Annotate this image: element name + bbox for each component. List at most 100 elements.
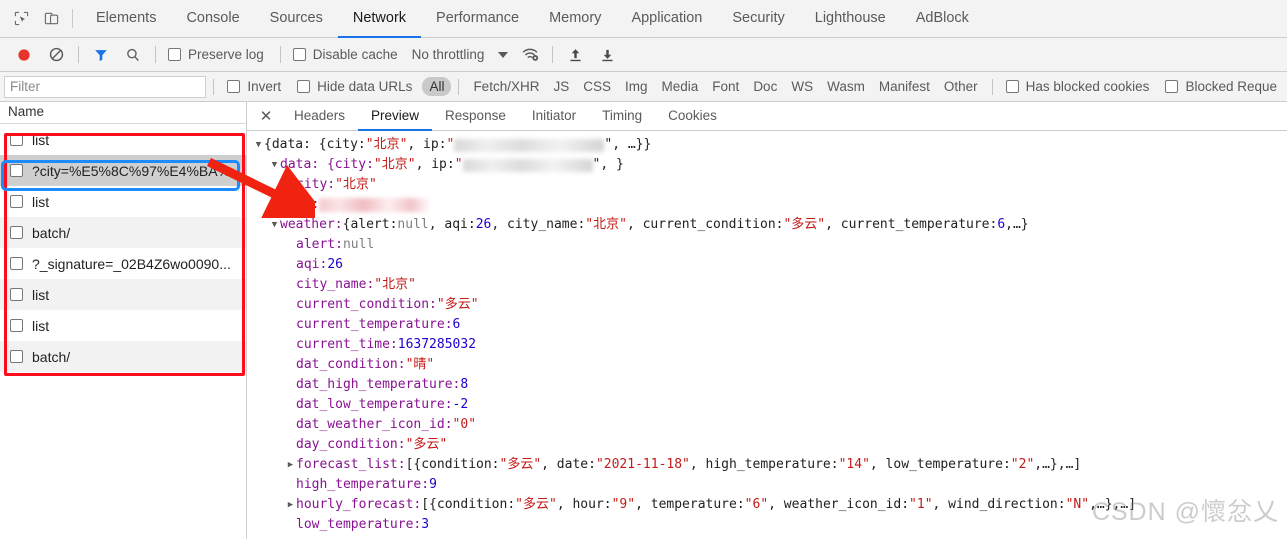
request-row[interactable]: ?city=%E5%8C%97%E4%BA%.	[0, 155, 246, 186]
wifi-gear-icon[interactable]	[514, 38, 546, 72]
tab-security[interactable]: Security	[717, 0, 799, 38]
request-row-checkbox[interactable]	[10, 288, 23, 301]
tab-lighthouse[interactable]: Lighthouse	[800, 0, 901, 38]
filter-input[interactable]	[4, 75, 207, 98]
request-row-checkbox[interactable]	[10, 257, 23, 270]
json-line[interactable]: ▶ forecast_list: [{condition: "多云", date:…	[253, 455, 1287, 475]
json-line[interactable]: ▶city_name: "北京"	[253, 275, 1287, 295]
chevron-down-icon[interactable]: ▼	[269, 155, 280, 175]
chevron-down-icon[interactable]: ▼	[269, 215, 280, 235]
json-line[interactable]: ▶alert: null	[253, 235, 1287, 255]
request-row-name: list	[32, 317, 50, 334]
json-line[interactable]: ▶day_condition: "多云"	[253, 435, 1287, 455]
json-line[interactable]: ▶city: "北京"	[253, 175, 1287, 195]
chevron-down-icon[interactable]	[498, 51, 509, 58]
request-row[interactable]: list	[0, 186, 246, 217]
resource-type-fetch-xhr[interactable]: Fetch/XHR	[466, 77, 546, 96]
json-line[interactable]: ▶dat_condition: "晴"	[253, 355, 1287, 375]
json-preview-tree[interactable]: ▼ {data: {city: "北京", ip: " ", …}} ▼ data: {…	[247, 131, 1287, 539]
blocked-requests-box[interactable]	[1165, 80, 1179, 93]
resource-type-img[interactable]: Img	[618, 77, 655, 96]
json-line[interactable]: ▶dat_weather_icon_id: "0"	[253, 415, 1287, 435]
json-line[interactable]: ▶low_temperature: 3	[253, 515, 1287, 535]
json-line[interactable]: ▶aqi: 26	[253, 255, 1287, 275]
request-row-name: list	[32, 193, 50, 210]
tab-application[interactable]: Application	[616, 0, 717, 38]
resource-type-doc[interactable]: Doc	[746, 77, 784, 96]
search-icon[interactable]	[117, 38, 149, 72]
json-line[interactable]: ▶ip:	[253, 195, 1287, 215]
json-token: current_condition:	[296, 297, 437, 312]
record-button-icon[interactable]	[8, 38, 40, 72]
throttling-select[interactable]: No throttling	[408, 47, 515, 62]
inspect-element-icon[interactable]	[6, 0, 36, 37]
preserve-log-box[interactable]	[168, 48, 181, 61]
json-line[interactable]: ▶high_temperature: 9	[253, 475, 1287, 495]
json-token: high_temperature:	[296, 477, 430, 492]
has-blocked-cookies-checkbox[interactable]: Has blocked cookies	[1000, 79, 1160, 94]
request-row[interactable]: batch/	[0, 217, 246, 248]
json-line[interactable]: ▶current_time: 1637285032	[253, 335, 1287, 355]
detail-tab-initiator[interactable]: Initiator	[519, 102, 589, 131]
json-line[interactable]: ▶current_condition: "多云"	[253, 295, 1287, 315]
hide-data-urls-box[interactable]	[297, 80, 311, 93]
invert-checkbox[interactable]: Invert	[221, 79, 291, 94]
disable-cache-box[interactable]	[292, 48, 306, 61]
resource-type-all[interactable]: All	[422, 77, 452, 96]
resource-type-wasm[interactable]: Wasm	[820, 77, 872, 96]
detail-tab-cookies[interactable]: Cookies	[655, 102, 730, 131]
hide-data-urls-checkbox[interactable]: Hide data URLs	[291, 79, 422, 94]
json-line[interactable]: ▶ hourly_forecast: [{condition: "多云", hou…	[253, 495, 1287, 515]
tab-sources[interactable]: Sources	[255, 0, 338, 38]
resource-type-manifest[interactable]: Manifest	[872, 77, 937, 96]
disable-cache-checkbox[interactable]: Disable cache	[287, 47, 408, 62]
request-row-checkbox[interactable]	[10, 133, 23, 146]
tab-console[interactable]: Console	[171, 0, 254, 38]
tab-elements[interactable]: Elements	[81, 0, 171, 38]
tab-memory[interactable]: Memory	[534, 0, 616, 38]
chevron-down-icon[interactable]: ▼	[253, 135, 264, 155]
close-icon[interactable]: ✕	[251, 102, 281, 130]
json-line[interactable]: ▶dat_low_temperature: -2	[253, 395, 1287, 415]
request-row[interactable]: list	[0, 279, 246, 310]
request-row-checkbox[interactable]	[10, 319, 23, 332]
request-row[interactable]: list	[0, 124, 246, 155]
tab-network[interactable]: Network	[337, 0, 422, 38]
resource-type-ws[interactable]: WS	[784, 77, 820, 96]
json-line[interactable]: ▶dat_high_temperature: 8	[253, 375, 1287, 395]
request-row-checkbox[interactable]	[10, 350, 23, 363]
export-har-icon[interactable]	[591, 38, 623, 72]
request-row-checkbox[interactable]	[10, 226, 23, 239]
device-toolbar-icon[interactable]	[36, 0, 66, 37]
invert-box[interactable]	[227, 80, 241, 93]
has-blocked-cookies-box[interactable]	[1005, 80, 1019, 93]
clear-icon[interactable]	[40, 38, 72, 72]
json-line[interactable]: ▼ {data: {city: "北京", ip: " ", …}}	[253, 135, 1287, 155]
blocked-requests-checkbox[interactable]: Blocked Reque	[1159, 79, 1287, 94]
request-row[interactable]: batch/	[0, 341, 246, 372]
json-line[interactable]: ▼ weather: {alert: null, aqi: 26, city_na…	[253, 215, 1287, 235]
detail-tab-preview[interactable]: Preview	[358, 102, 433, 131]
filter-funnel-icon[interactable]	[85, 38, 117, 72]
resource-type-other[interactable]: Other	[937, 77, 985, 96]
resource-type-font[interactable]: Font	[705, 77, 746, 96]
preserve-log-checkbox[interactable]: Preserve log	[162, 47, 274, 62]
resource-type-css[interactable]: CSS	[576, 77, 618, 96]
chevron-right-icon[interactable]: ▶	[285, 455, 296, 475]
detail-tab-headers[interactable]: Headers	[281, 102, 358, 131]
resource-type-js[interactable]: JS	[546, 77, 576, 96]
request-row[interactable]: list	[0, 310, 246, 341]
json-token: ,…},…]	[1034, 457, 1082, 472]
json-line[interactable]: ▶current_temperature: 6	[253, 315, 1287, 335]
request-row-checkbox[interactable]	[10, 195, 23, 208]
tab-adblock[interactable]: AdBlock	[901, 0, 984, 38]
import-har-icon[interactable]	[559, 38, 591, 72]
request-row-checkbox[interactable]	[10, 164, 23, 177]
request-row[interactable]: ?_signature=_02B4Z6wo0090...	[0, 248, 246, 279]
json-line[interactable]: ▼ data: {city: "北京", ip: " ", }	[253, 155, 1287, 175]
tab-performance[interactable]: Performance	[421, 0, 534, 38]
chevron-right-icon[interactable]: ▶	[285, 495, 296, 515]
resource-type-media[interactable]: Media	[655, 77, 706, 96]
detail-tab-response[interactable]: Response	[432, 102, 519, 131]
detail-tab-timing[interactable]: Timing	[589, 102, 655, 131]
